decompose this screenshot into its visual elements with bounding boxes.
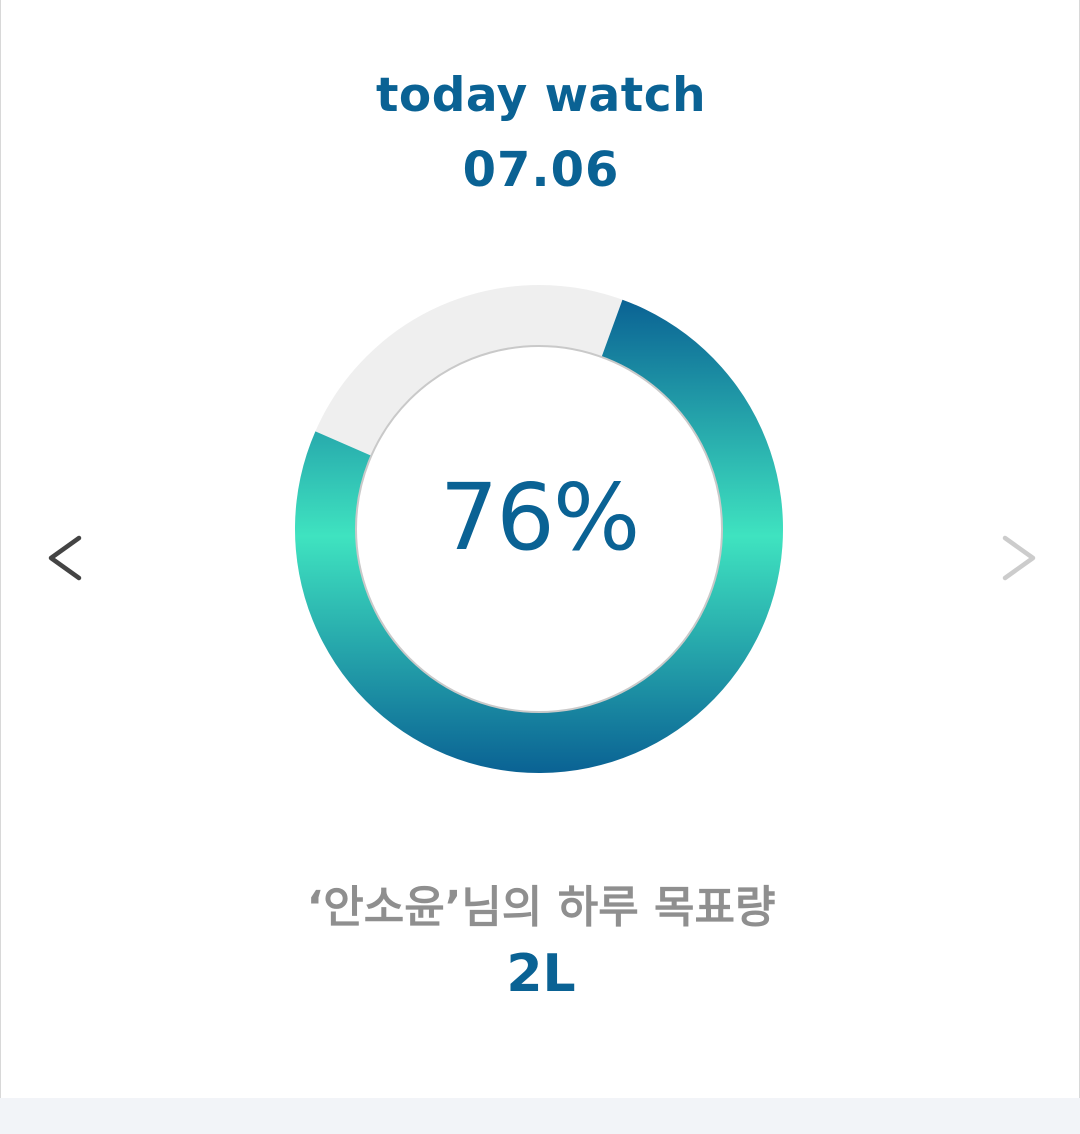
- chevron-right-icon: [1002, 535, 1036, 581]
- chevron-left-icon: [48, 535, 82, 581]
- progress-percent: 76%: [439, 463, 640, 571]
- footer-strip: [0, 1098, 1080, 1134]
- daily-goal-label: ‘안소윤’님의 하루 목표량: [306, 882, 776, 933]
- page-title: today watch: [375, 68, 707, 123]
- next-button[interactable]: [989, 522, 1049, 594]
- watch-card: today watch 07.06 76% ‘안소윤’님의 하루 목표량 2L: [0, 0, 1080, 1098]
- daily-goal-value: 2L: [506, 944, 576, 1004]
- prev-button[interactable]: [37, 522, 97, 594]
- date-label: 07.06: [462, 142, 620, 198]
